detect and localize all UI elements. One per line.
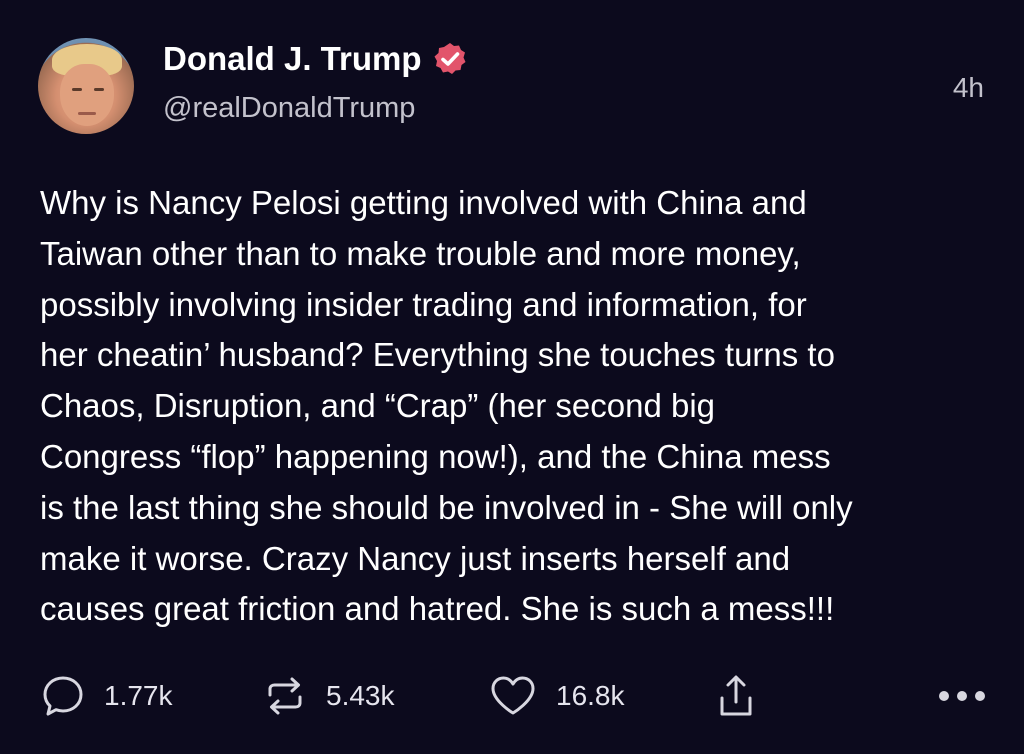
post-action-bar: 1.77k 5.43k 16.8k	[0, 668, 1024, 724]
avatar-mouth	[78, 112, 96, 115]
heart-icon	[488, 673, 538, 719]
reply-button[interactable]: 1.77k	[40, 668, 173, 724]
more-icon	[936, 686, 988, 706]
avatar-face	[60, 64, 114, 126]
author-handle[interactable]: @realDonaldTrump	[163, 92, 415, 125]
author-name-row: Donald J. Trump	[163, 40, 468, 78]
share-icon	[716, 672, 756, 720]
share-button[interactable]	[716, 668, 756, 724]
repost-icon	[262, 673, 308, 719]
post-card: Donald J. Trump @realDonaldTrump 4h Why …	[0, 0, 1024, 754]
repost-count: 5.43k	[326, 680, 395, 711]
post-timestamp[interactable]: 4h	[953, 72, 984, 104]
author-name[interactable]: Donald J. Trump	[163, 40, 422, 78]
reply-count: 1.77k	[104, 680, 173, 711]
post-text: Why is Nancy Pelosi getting involved wit…	[40, 184, 853, 628]
reply-icon	[40, 673, 86, 719]
avatar-eye-left	[72, 88, 82, 91]
author-avatar[interactable]	[38, 38, 134, 134]
like-button[interactable]: 16.8k	[488, 668, 625, 724]
verified-badge-icon	[432, 41, 468, 77]
more-options-button[interactable]	[936, 668, 988, 724]
like-count: 16.8k	[556, 680, 625, 711]
avatar-eye-right	[94, 88, 104, 91]
repost-button[interactable]: 5.43k	[262, 668, 395, 724]
